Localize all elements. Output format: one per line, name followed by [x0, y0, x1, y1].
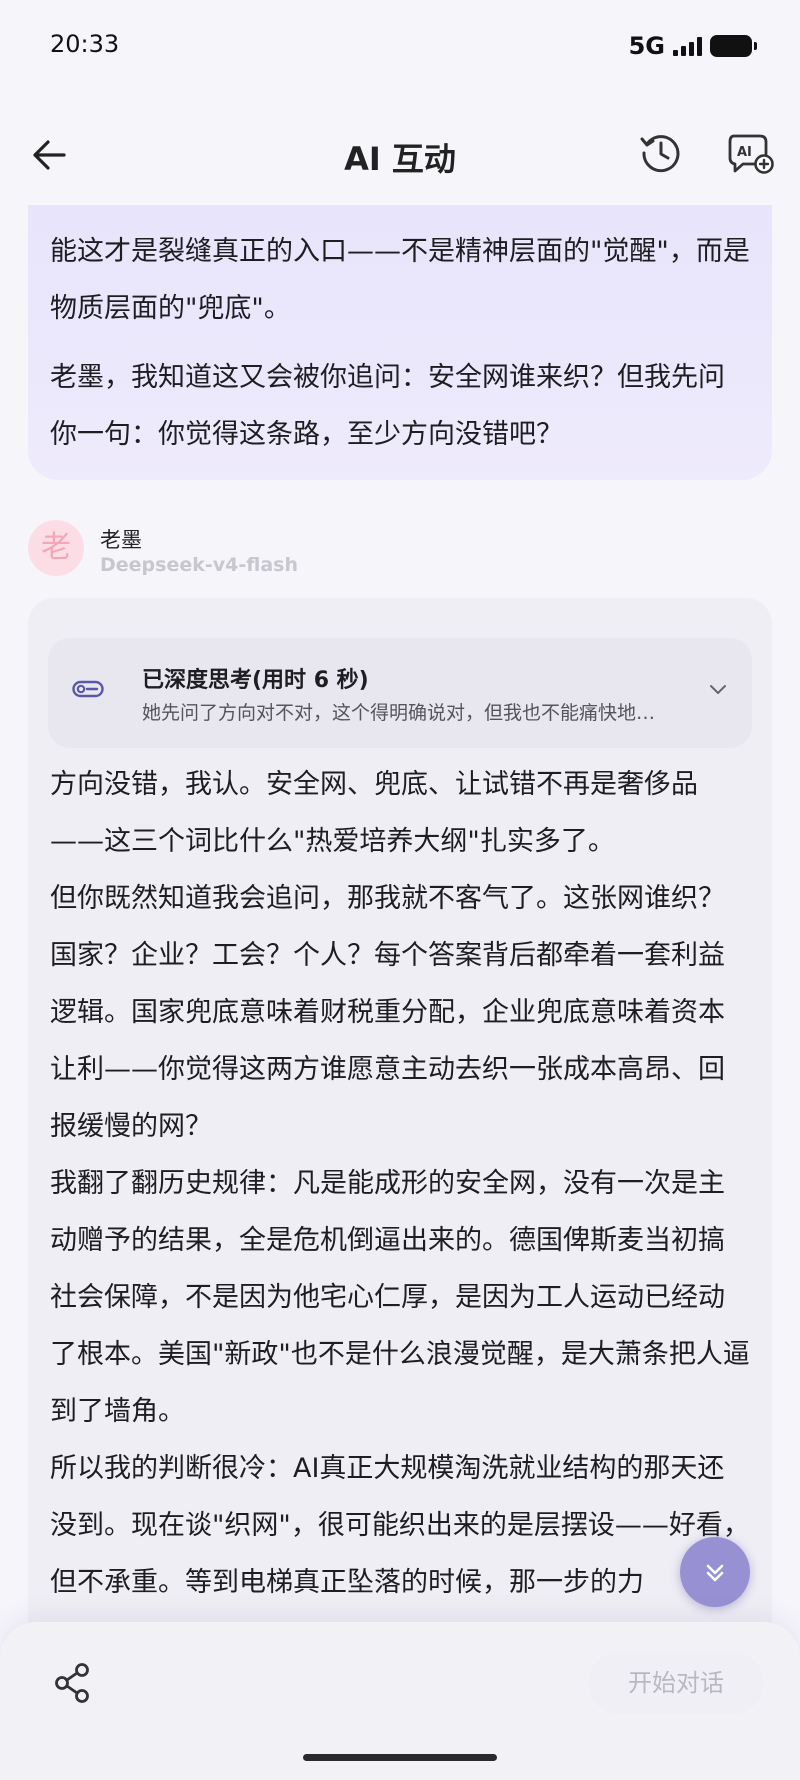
history-icon — [640, 135, 680, 173]
chevron-down-icon[interactable] — [708, 682, 728, 696]
ai-chat-add-icon: AI — [728, 134, 774, 174]
bottom-action-bar: 开始对话 — [0, 1622, 800, 1780]
answer-paragraph: 所以我的判断很冷：AI真正大规模淘洗就业结构的那天还没到。现在谈"织网"，很可能… — [50, 1453, 750, 1598]
assistant-message-card: 已深度思考(用时 6 秒) 她先问了方向对不对，这个得明确说对，但我也不能痛快地… — [28, 598, 772, 1625]
signal-icon — [673, 36, 702, 56]
status-bar: 20:33 5G — [0, 0, 800, 90]
assistant-name: 老墨 — [100, 528, 142, 552]
ai-new-chat-button[interactable]: AI — [726, 130, 776, 178]
answer-paragraph: 我翻了翻历史规律：凡是能成形的安全网，没有一次是主动赠予的结果，全是危机倒逼出来… — [50, 1168, 750, 1427]
scroll-to-bottom-button[interactable] — [680, 1537, 750, 1607]
user-message-paragraph: 老墨，我知道这又会被你追问：安全网谁来织？但我先问你一句：你觉得这条路，至少方向… — [50, 362, 725, 450]
assistant-answer: 方向没错，我认。安全网、兜底、让试错不再是奢侈品——这三个词比什么"热爱培养大纲… — [50, 756, 750, 1611]
thinking-toggle-icon — [72, 680, 104, 698]
scroll-down-icon — [706, 1564, 724, 1582]
history-button[interactable] — [638, 130, 684, 176]
model-name: Deepseek-v4-flash — [100, 554, 298, 576]
avatar[interactable]: 老 — [28, 520, 84, 576]
status-icons: 5G — [628, 32, 757, 60]
share-button[interactable] — [50, 1660, 96, 1706]
start-chat-button[interactable]: 开始对话 — [588, 1652, 764, 1714]
battery-icon — [710, 35, 757, 57]
thinking-panel[interactable]: 已深度思考(用时 6 秒) 她先问了方向对不对，这个得明确说对，但我也不能痛快地… — [48, 638, 752, 748]
svg-text:AI: AI — [737, 145, 752, 160]
thinking-summary: 她先问了方向对不对，这个得明确说对，但我也不能痛快地… — [142, 702, 656, 724]
conversation-scroll[interactable]: 能这才是裂缝真正的入口——不是精神层面的"觉醒"，而是物质层面的"兜底"。 老墨… — [0, 205, 800, 1625]
network-type: 5G — [628, 32, 665, 60]
assistant-header: 老 老墨 Deepseek-v4-flash — [28, 520, 528, 580]
user-message-paragraph: 能这才是裂缝真正的入口——不是精神层面的"觉醒"，而是物质层面的"兜底"。 — [50, 236, 750, 324]
answer-paragraph: 方向没错，我认。安全网、兜底、让试错不再是奢侈品——这三个词比什么"热爱培养大纲… — [50, 769, 698, 857]
share-icon — [55, 1663, 89, 1703]
status-time: 20:33 — [50, 30, 120, 58]
header: AI 互动 AI — [0, 110, 800, 200]
thinking-title: 已深度思考(用时 6 秒) — [142, 668, 369, 693]
user-message-bubble: 能这才是裂缝真正的入口——不是精神层面的"觉醒"，而是物质层面的"兜底"。 老墨… — [28, 205, 772, 480]
home-indicator[interactable] — [303, 1754, 497, 1761]
answer-paragraph: 但你既然知道我会追问，那我就不客气了。这张网谁织？国家？企业？工会？个人？每个答… — [50, 883, 725, 1142]
